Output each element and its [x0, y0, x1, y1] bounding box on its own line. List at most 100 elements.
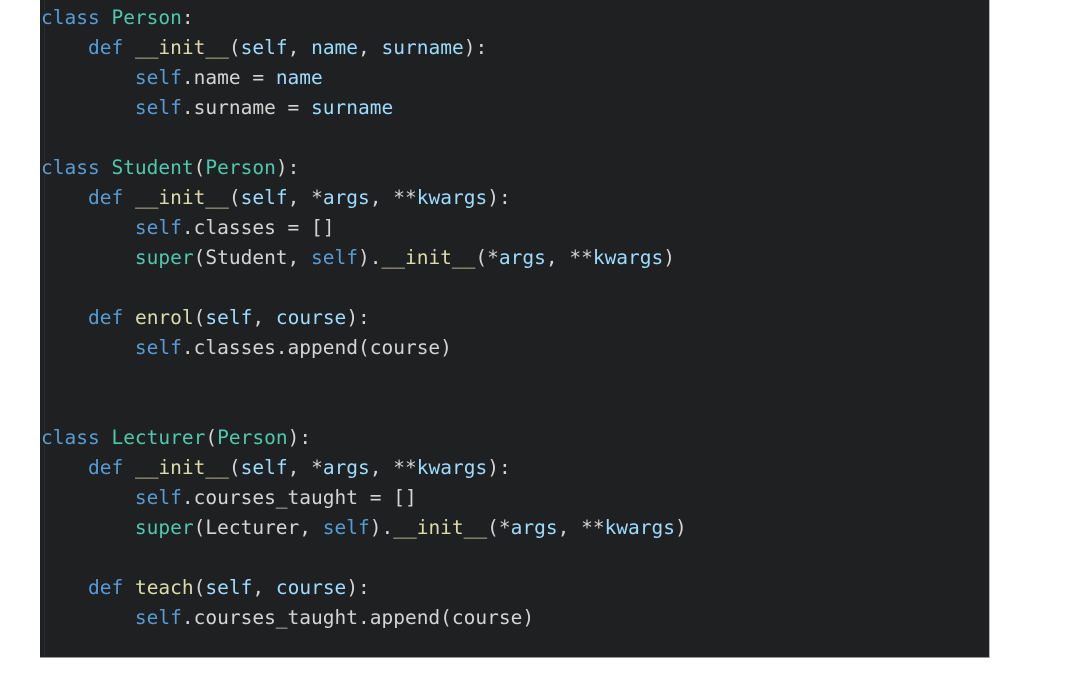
- code-token: self: [322, 516, 370, 539]
- code-token: , **: [545, 246, 593, 269]
- code-line: class Person:: [40, 3, 989, 33]
- code-token: teach: [134, 576, 194, 599]
- code-token: def: [87, 576, 124, 599]
- page-root: class Person: def __init__(self, name, s…: [0, 0, 1070, 683]
- code-line: def __init__(self, *args, **kwargs):: [40, 453, 989, 483]
- code-token: self: [134, 66, 182, 89]
- code-line: def __init__(self, *args, **kwargs):: [40, 183, 989, 213]
- code-line: class Lecturer(Person):: [40, 423, 989, 453]
- code-token: (*: [487, 516, 511, 539]
- code-line: self.classes = []: [40, 213, 989, 243]
- code-line: self.surname = surname: [40, 93, 989, 123]
- code-token: __init__: [134, 456, 229, 479]
- code-token: ).: [369, 516, 394, 539]
- code-token: self: [134, 96, 182, 119]
- code-token: kwargs: [416, 456, 488, 479]
- code-token: args: [322, 186, 370, 209]
- code-token: ,: [252, 306, 276, 329]
- code-token: kwargs: [416, 186, 488, 209]
- code-line: self.classes.append(course): [40, 333, 989, 363]
- code-token: ):: [487, 456, 511, 479]
- code-token: (*: [475, 246, 499, 269]
- code-token: :: [181, 6, 194, 29]
- code-line: self.courses_taught.append(course): [40, 603, 989, 633]
- code-token: surname: [381, 36, 464, 59]
- code-token: self: [240, 456, 288, 479]
- code-token: .classes.append(course): [181, 336, 452, 359]
- code-token: __init__: [393, 516, 488, 539]
- code-token: kwargs: [604, 516, 676, 539]
- code-token: , **: [369, 186, 417, 209]
- code-token: , **: [557, 516, 605, 539]
- code-token: args: [510, 516, 558, 539]
- code-line: def teach(self, course):: [40, 573, 989, 603]
- code-token: self: [240, 186, 288, 209]
- code-token: self: [240, 36, 288, 59]
- code-token: .courses_taught.append(course): [181, 606, 535, 629]
- code-token: class: [41, 6, 100, 29]
- code-token: ):: [487, 186, 511, 209]
- code-line: self.courses_taught = []: [40, 483, 989, 513]
- code-token: def: [87, 186, 124, 209]
- code-token: super: [134, 246, 194, 269]
- code-token: name: [311, 36, 359, 59]
- code-line: self.name = name: [40, 63, 989, 93]
- code-token: enrol: [134, 306, 194, 329]
- code-block: class Person: def __init__(self, name, s…: [40, 0, 990, 658]
- code-token: , **: [369, 456, 417, 479]
- code-token: ): [675, 516, 687, 539]
- code-token: , *: [287, 186, 323, 209]
- code-token: __init__: [134, 36, 229, 59]
- code-line: class Student(Person):: [40, 153, 989, 183]
- code-token: (: [228, 186, 241, 209]
- code-token: ): [663, 246, 676, 269]
- code-token: args: [498, 246, 546, 269]
- code-token: args: [322, 456, 370, 479]
- code-token: self: [311, 246, 358, 269]
- code-token: (: [193, 306, 206, 329]
- code-token: (Lecturer,: [193, 516, 323, 539]
- code-token: , *: [287, 456, 323, 479]
- code-token: course: [275, 306, 347, 329]
- code-token: (: [228, 36, 241, 59]
- code-token: __init__: [381, 246, 476, 269]
- code-token: Person: [111, 6, 182, 29]
- code-line: def __init__(self, name, surname):: [40, 33, 989, 63]
- code-token: .courses_taught = []: [181, 486, 417, 509]
- code-token: Student: [111, 156, 194, 179]
- code-token: def: [87, 456, 124, 479]
- code-token: Person: [217, 426, 288, 449]
- code-token: (: [193, 576, 206, 599]
- code-token: name: [275, 66, 323, 89]
- code-token: self: [205, 306, 253, 329]
- code-line: def enrol(self, course):: [40, 303, 989, 333]
- code-token: self: [134, 606, 182, 629]
- code-token: .name =: [181, 66, 276, 89]
- code-token: ):: [287, 426, 312, 449]
- code-token: surname: [311, 96, 394, 119]
- code-token: class: [41, 156, 100, 179]
- code-token: ,: [358, 36, 382, 59]
- code-lines-container[interactable]: class Person: def __init__(self, name, s…: [40, 3, 989, 657]
- code-token: def: [87, 36, 124, 59]
